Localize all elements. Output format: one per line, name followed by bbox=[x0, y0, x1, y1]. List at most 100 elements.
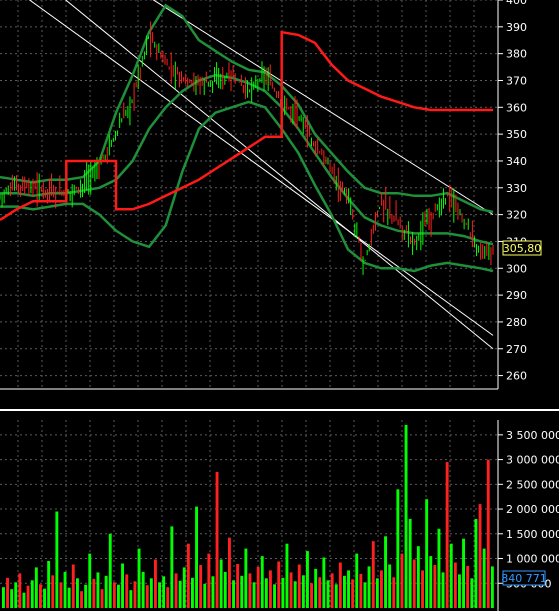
volume-bar bbox=[207, 553, 211, 608]
y-tick-label: 260 bbox=[506, 370, 527, 383]
last-price-badge: 305,80 bbox=[502, 240, 542, 256]
volume-bar bbox=[137, 548, 141, 608]
volume-bar bbox=[199, 565, 203, 608]
volume-bar bbox=[458, 574, 461, 608]
volume-bar bbox=[80, 591, 83, 608]
volume-bar bbox=[392, 577, 396, 608]
y-tick-label: 390 bbox=[506, 21, 527, 34]
volume-bar bbox=[30, 580, 34, 608]
volume-bar bbox=[347, 570, 350, 608]
volume-bar bbox=[318, 577, 322, 608]
volume-bar bbox=[338, 562, 342, 608]
y-tick-label: 300 bbox=[506, 262, 527, 275]
volume-bar bbox=[39, 584, 42, 608]
volume-bar bbox=[71, 564, 75, 608]
y-tick-label: 360 bbox=[506, 101, 527, 114]
volume-bar bbox=[322, 557, 326, 608]
volume-bar bbox=[478, 504, 482, 608]
volume-bar bbox=[22, 592, 26, 608]
volume-bar bbox=[384, 536, 387, 608]
volume-bar bbox=[244, 548, 248, 608]
volume-bar bbox=[59, 582, 63, 608]
volume-bar bbox=[412, 559, 416, 608]
volume-bar bbox=[260, 556, 264, 608]
y-tick-label: 330 bbox=[506, 182, 527, 195]
volume-bar bbox=[269, 570, 272, 608]
stock-chart: 2602702802903003103203303403503603703803… bbox=[0, 0, 559, 611]
volume-bar bbox=[195, 506, 198, 608]
volume-bar bbox=[453, 562, 457, 608]
volume-bar bbox=[466, 565, 470, 608]
volume-bar bbox=[232, 580, 235, 608]
volume-bar bbox=[133, 581, 137, 608]
volume-bar bbox=[14, 582, 18, 608]
volume-bar bbox=[43, 588, 46, 608]
volume-bar bbox=[104, 575, 108, 608]
volume-bar bbox=[162, 576, 166, 608]
y-tick-label: 280 bbox=[506, 316, 527, 329]
volume-bar bbox=[145, 585, 149, 608]
volume-bar bbox=[47, 561, 51, 608]
volume-bar bbox=[445, 462, 449, 608]
volume-bar bbox=[289, 572, 293, 608]
volume-bar bbox=[273, 584, 276, 608]
volume-bar bbox=[158, 582, 161, 608]
volume-bar bbox=[297, 564, 301, 608]
volume-bar bbox=[429, 556, 433, 608]
volume-bar bbox=[404, 424, 408, 608]
volume-bar bbox=[26, 585, 30, 608]
volume-bar bbox=[375, 578, 379, 608]
y-tick-label: 290 bbox=[506, 289, 527, 302]
volume-bar bbox=[396, 489, 400, 608]
volume-bar bbox=[18, 573, 22, 608]
volume-bar bbox=[178, 580, 182, 608]
volume-bar bbox=[416, 546, 420, 608]
volume-bar bbox=[359, 573, 363, 608]
last-volume-value: 840 771 bbox=[501, 572, 547, 585]
volume-bar bbox=[482, 548, 486, 608]
volume-bar bbox=[380, 570, 383, 608]
volume-bar bbox=[219, 559, 223, 608]
volume-bar bbox=[6, 577, 9, 608]
volume-tick-label: 1 500 000 bbox=[506, 528, 559, 541]
volume-bar bbox=[154, 559, 157, 608]
volume-bar bbox=[55, 511, 59, 608]
volume-tick-label: 2 000 000 bbox=[506, 503, 559, 516]
volume-bar bbox=[363, 582, 367, 608]
volume-bar bbox=[285, 543, 289, 608]
volume-bar bbox=[421, 570, 424, 608]
y-tick-label: 380 bbox=[506, 48, 527, 61]
volume-bar bbox=[203, 583, 207, 608]
volume-bar bbox=[301, 575, 305, 608]
volume-bar bbox=[170, 526, 174, 608]
volume-bar bbox=[10, 589, 14, 608]
volume-bar bbox=[330, 573, 334, 608]
volume-bar bbox=[462, 538, 465, 608]
volume-bar bbox=[355, 553, 359, 608]
volume-bar bbox=[326, 580, 330, 608]
volume-bar bbox=[228, 537, 231, 608]
volume-bar bbox=[125, 574, 129, 608]
volume-bar bbox=[63, 571, 67, 608]
volume-bar bbox=[281, 577, 285, 608]
volume-bar bbox=[486, 459, 490, 608]
volume-bar bbox=[433, 565, 437, 608]
volume-bar bbox=[240, 575, 244, 608]
volume-bar bbox=[76, 578, 79, 608]
volume-bar bbox=[351, 579, 355, 608]
volume-bar bbox=[34, 567, 38, 608]
last-volume-badge: 840 771 bbox=[501, 570, 547, 586]
volume-bar bbox=[108, 533, 112, 608]
volume-bar bbox=[96, 572, 100, 608]
volume-bar bbox=[425, 499, 429, 608]
last-price-value: 305,80 bbox=[503, 242, 542, 255]
volume-bar bbox=[182, 567, 186, 608]
volume-bar bbox=[100, 589, 104, 608]
volume-bar bbox=[211, 576, 215, 608]
volume-bar bbox=[2, 587, 5, 608]
volume-bar bbox=[490, 566, 494, 608]
volume-bar bbox=[371, 541, 375, 608]
y-tick-label: 350 bbox=[506, 128, 527, 141]
y-tick-label: 370 bbox=[506, 74, 527, 87]
volume-bar bbox=[88, 553, 92, 608]
